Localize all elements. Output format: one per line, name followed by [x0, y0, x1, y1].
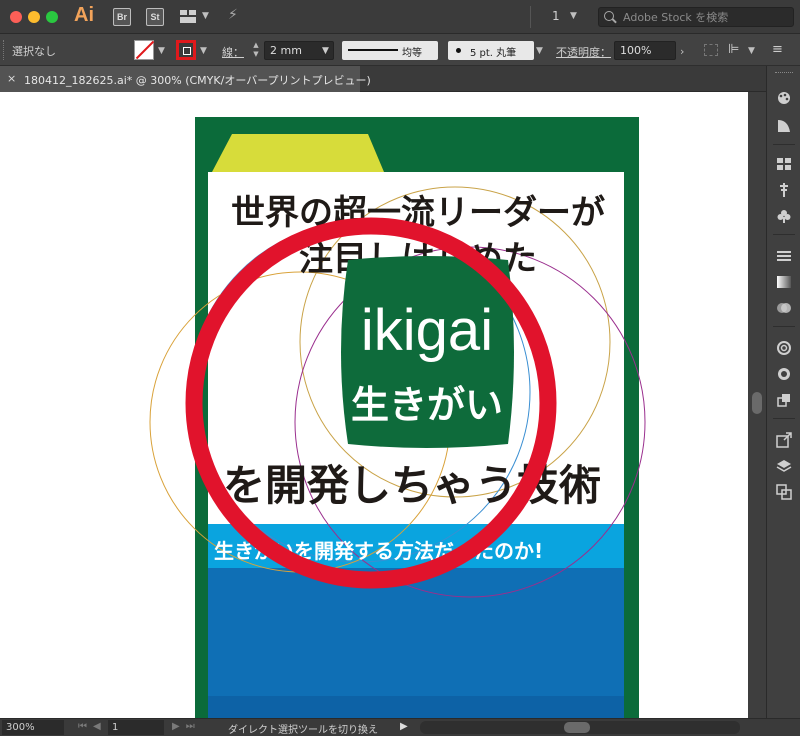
- lower-blue-band: [208, 696, 624, 718]
- selection-status: 選択なし: [12, 45, 56, 58]
- search-icon: [604, 11, 614, 21]
- status-bar: 300% ⏮◀ 1 ▶⏭ ダイレクト選択ツールを切り換え ▶: [0, 718, 800, 736]
- dock-grip[interactable]: [775, 72, 793, 74]
- appearance-icon[interactable]: [776, 366, 792, 382]
- stroke-line: [348, 49, 398, 51]
- badge-japanese: 生きがい: [351, 383, 503, 427]
- stroke-profile-label: 均等: [402, 48, 422, 59]
- arrange-documents-icon[interactable]: [180, 10, 196, 23]
- stock-button[interactable]: St: [146, 8, 164, 26]
- horizontal-scrollbar[interactable]: [420, 721, 740, 734]
- first-prev-artboard-icons[interactable]: ⏮◀: [78, 721, 107, 732]
- opacity-field[interactable]: 100%: [614, 41, 676, 60]
- stock-search[interactable]: [598, 7, 794, 27]
- minimize-window-button[interactable]: [28, 11, 40, 23]
- zoom-window-button[interactable]: [46, 11, 58, 23]
- zoom-field[interactable]: 300%: [2, 720, 64, 735]
- chevron-down-icon[interactable]: ▼: [158, 46, 165, 56]
- export-icon[interactable]: [776, 432, 792, 448]
- chevron-down-icon[interactable]: ▼: [202, 11, 209, 21]
- transparency-icon[interactable]: [776, 300, 792, 316]
- bridge-button[interactable]: Br: [113, 8, 131, 26]
- puppet-icon[interactable]: [776, 182, 792, 198]
- layers-icon[interactable]: [776, 458, 792, 474]
- chevron-right-icon[interactable]: ›: [680, 45, 684, 58]
- dock-divider: [773, 144, 795, 145]
- cc-libraries-icon[interactable]: [776, 340, 792, 356]
- close-window-button[interactable]: [10, 11, 22, 23]
- club-icon[interactable]: [776, 208, 792, 224]
- chevron-down-icon[interactable]: ▼: [200, 46, 207, 56]
- opacity-label[interactable]: 不透明度：: [556, 44, 611, 60]
- chevron-down-icon[interactable]: ▼: [322, 46, 329, 56]
- badge-latin: ikigai: [361, 298, 493, 363]
- fill-swatch[interactable]: [134, 40, 154, 60]
- scroll-thumb[interactable]: [564, 722, 590, 733]
- status-text[interactable]: ダイレクト選択ツールを切り換え: [228, 721, 378, 736]
- vertical-scrollbar[interactable]: [748, 92, 766, 718]
- graphic-styles-icon[interactable]: [776, 392, 792, 408]
- close-tab-icon[interactable]: ×: [7, 72, 16, 85]
- illustrator-logo: Ai: [74, 4, 94, 26]
- next-last-artboard-icons[interactable]: ▶⏭: [172, 721, 201, 732]
- brush-dot: [456, 48, 461, 53]
- lower-blue-panel: [208, 568, 624, 718]
- symbols-icon[interactable]: [776, 118, 792, 134]
- artboard-number-field[interactable]: 1: [108, 720, 164, 735]
- panel-grip[interactable]: [3, 40, 5, 60]
- recolor-icon[interactable]: [704, 44, 718, 56]
- align-icon[interactable]: ⊫: [728, 42, 739, 57]
- yellow-tab: [212, 134, 384, 172]
- brush-definition[interactable]: 5 pt. 丸筆: [448, 41, 534, 60]
- scroll-thumb[interactable]: [752, 392, 762, 414]
- stroke-swatch[interactable]: [176, 40, 196, 60]
- chevron-down-icon[interactable]: ▼: [536, 46, 543, 56]
- brush-library-icon[interactable]: [776, 90, 792, 106]
- artboard-canvas[interactable]: 世界の超一流リーダーが 注目しはじめた ikigai 生きがい を開発しちゃう技…: [0, 92, 748, 718]
- stroke-label[interactable]: 線：: [222, 44, 244, 60]
- divider: [530, 6, 531, 28]
- gradient-icon[interactable]: [776, 274, 792, 290]
- illustrator-window: Ai Br St ▼ ⚡ 1 ▼ 選択なし ▼ ▼ 線： ▲▼ 2 mm ▼ 均…: [0, 0, 800, 736]
- dock-divider: [773, 418, 795, 419]
- artwork: 世界の超一流リーダーが 注目しはじめた ikigai 生きがい を開発しちゃう技…: [149, 117, 646, 718]
- control-bar: 選択なし ▼ ▼ 線： ▲ ▼ 2 mm ▼ 均等 5 pt. 丸筆 ▼ 不透明度…: [0, 34, 800, 66]
- stroke-icon[interactable]: [776, 248, 792, 264]
- stroke-stepper[interactable]: ▲ ▼: [250, 41, 262, 60]
- panel-menu-icon[interactable]: ≡: [772, 42, 783, 57]
- application-bar: Ai Br St ▼ ⚡ 1 ▼: [0, 0, 800, 34]
- chevron-down-icon[interactable]: ▼: [570, 11, 577, 21]
- stock-search-input[interactable]: [623, 10, 791, 25]
- dock-divider: [773, 326, 795, 327]
- panel-dock: [766, 66, 800, 718]
- chevron-down-icon[interactable]: ▼: [748, 46, 755, 56]
- document-tab-bar: × 180412_182625.ai* @ 300% (CMYK/オーバープリン…: [0, 66, 766, 92]
- swatches-icon[interactable]: [776, 156, 792, 172]
- play-icon[interactable]: ▶: [400, 721, 408, 732]
- artboards-icon[interactable]: [776, 484, 792, 500]
- document-title: 180412_182625.ai* @ 300% (CMYK/オーバープリントプ…: [24, 74, 371, 87]
- variable-width-profile[interactable]: 均等: [342, 41, 438, 60]
- workspace-number: 1: [552, 9, 560, 23]
- brush-label: 5 pt. 丸筆: [470, 48, 517, 59]
- gpu-performance-icon[interactable]: ⚡: [228, 7, 238, 23]
- document-tab[interactable]: × 180412_182625.ai* @ 300% (CMYK/オーバープリン…: [0, 66, 371, 92]
- dock-divider: [773, 234, 795, 235]
